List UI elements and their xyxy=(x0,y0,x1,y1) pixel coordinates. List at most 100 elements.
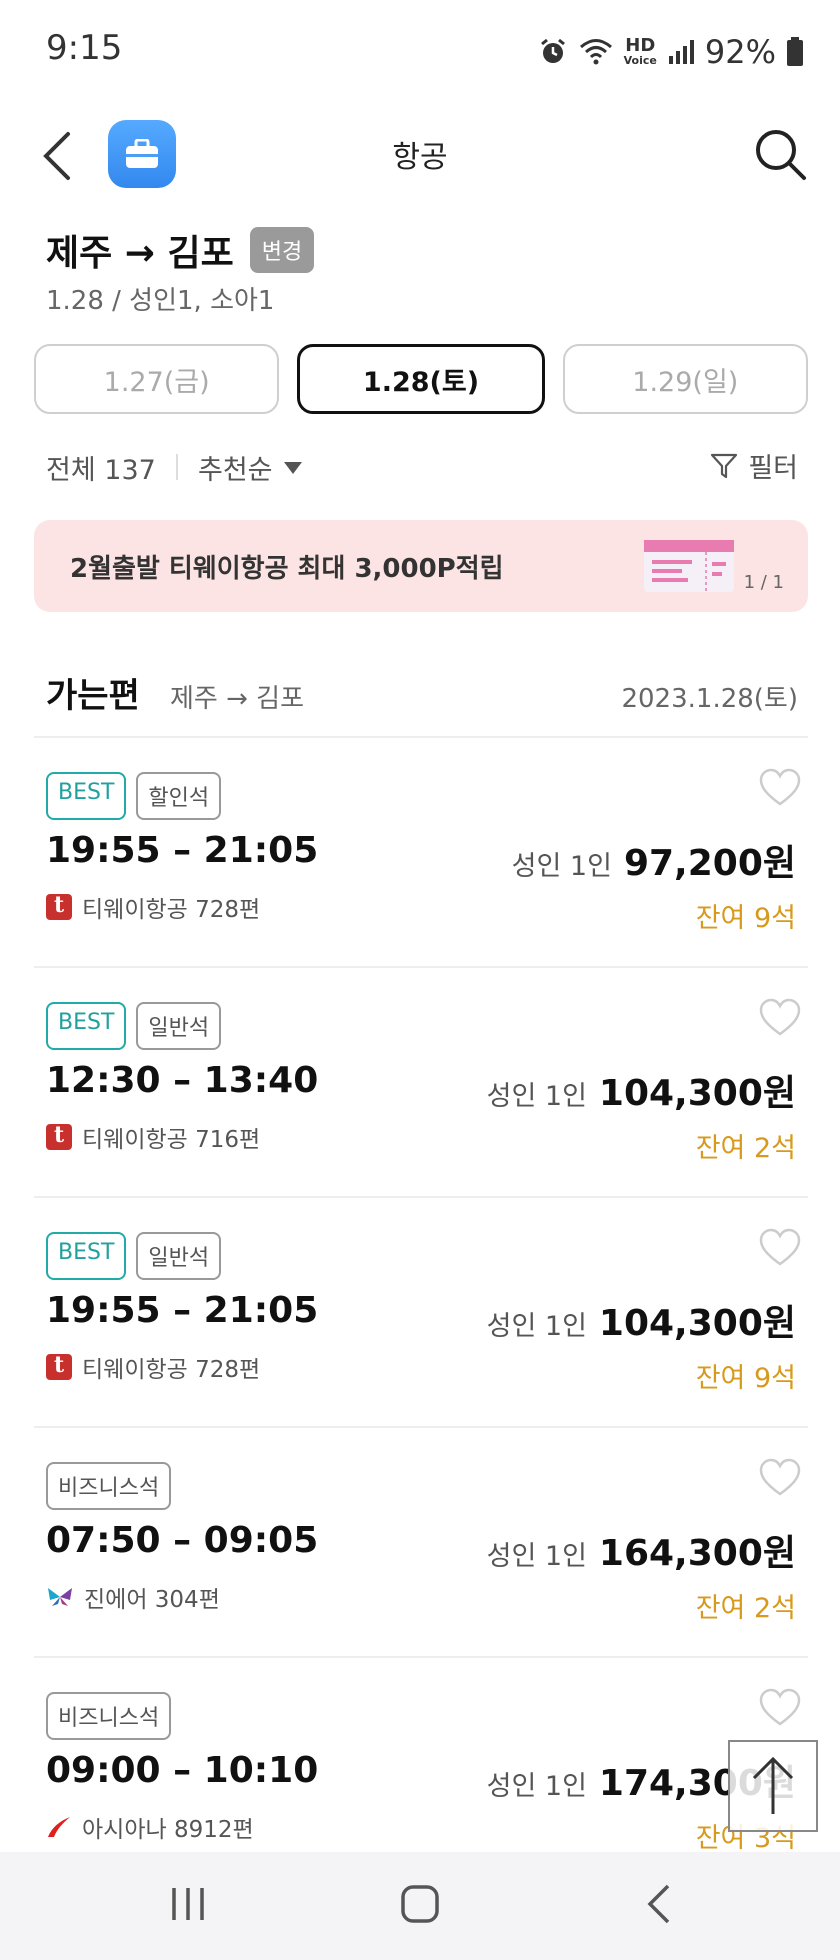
banner-text: 2월출발 티웨이항공 최대 3,000P적립 xyxy=(70,554,504,584)
route-subtitle: 1.28 / 성인1, 소아1 xyxy=(46,286,275,316)
price-label: 성인 1인 xyxy=(486,1771,587,1802)
heart-icon[interactable] xyxy=(758,998,802,1038)
date-tabs: 1.27(금) 1.28(토) 1.29(일) xyxy=(34,344,808,414)
date-tab-next[interactable]: 1.29(일) xyxy=(562,344,808,414)
price-label: 성인 1인 xyxy=(486,1081,587,1112)
filter-button[interactable]: 필터 xyxy=(710,446,798,485)
seat-class-tag: 일반석 xyxy=(136,1002,222,1050)
system-nav-bar xyxy=(0,1852,840,1960)
status-bar: 9:15 HD Voice 92% xyxy=(0,0,840,100)
seat-class-tag: 비즈니스석 xyxy=(46,1692,172,1740)
route-title: 제주 → 김포 xyxy=(46,233,234,274)
seats-left: 잔여 2석 xyxy=(695,1593,796,1624)
flight-times: 19:55 – 21:05 xyxy=(46,1290,319,1331)
hd-voice-icon: HD Voice xyxy=(623,35,657,67)
asiana-logo-icon xyxy=(48,1817,70,1837)
price-label: 성인 1인 xyxy=(486,1311,587,1342)
jinair-logo-icon xyxy=(48,1588,72,1606)
best-tag: BEST xyxy=(46,772,127,820)
ticket-icon xyxy=(644,540,734,592)
flight-item[interactable]: 비즈니스석 07:50 – 09:05 진에어 304편 성인 1인 164,3… xyxy=(34,1426,808,1656)
date-tab-selected[interactable]: 1.28(토) xyxy=(297,344,545,414)
price-row: 성인 1인 164,300원 xyxy=(487,1524,796,1576)
total-count: 전체 137 xyxy=(46,455,156,486)
battery-icon xyxy=(787,37,803,66)
sort-label: 추천순 xyxy=(198,455,273,486)
price-label: 성인 1인 xyxy=(486,1541,587,1572)
filter-icon xyxy=(711,453,738,478)
tag-group: 비즈니스석 xyxy=(46,1462,172,1510)
tag-group: BEST 할인석 xyxy=(46,772,222,820)
section-route: 제주 → 김포 xyxy=(170,684,304,714)
best-tag: BEST xyxy=(46,1232,127,1280)
price: 164,300원 xyxy=(598,1533,796,1574)
price: 104,300원 xyxy=(598,1073,796,1114)
scroll-top-button[interactable] xyxy=(728,1740,818,1832)
heart-icon[interactable] xyxy=(758,768,802,808)
wifi-icon xyxy=(579,39,612,65)
arrow-up-icon xyxy=(752,1756,794,1814)
seat-class-tag: 할인석 xyxy=(136,772,222,820)
banner-pagination: 1 / 1 xyxy=(743,572,784,593)
date-tab-prev[interactable]: 1.27(금) xyxy=(34,344,280,414)
flight-item[interactable]: BEST 일반석 19:55 – 21:05 티웨이항공 728편 성인 1인 … xyxy=(34,1196,808,1426)
heart-icon[interactable] xyxy=(758,1228,802,1268)
filter-label: 필터 xyxy=(748,453,798,484)
route-header: 제주 → 김포 변경 xyxy=(46,224,315,276)
section-header: 가는편 제주 → 김포 2023.1.28(토) xyxy=(46,668,798,718)
flight-times: 12:30 – 13:40 xyxy=(46,1060,319,1101)
seat-class-tag: 비즈니스석 xyxy=(46,1462,172,1510)
seats-left: 잔여 9석 xyxy=(695,1363,796,1394)
seat-class-tag: 일반석 xyxy=(136,1232,222,1280)
price-row: 성인 1인 97,200원 xyxy=(512,834,796,886)
tway-logo-icon xyxy=(46,892,72,920)
airline-flight: 티웨이항공 716편 xyxy=(82,1127,261,1153)
flight-times: 19:55 – 21:05 xyxy=(46,830,319,871)
price-row: 성인 1인 104,300원 xyxy=(487,1294,796,1346)
airline-info: 티웨이항공 728편 xyxy=(46,890,260,924)
seats-left: 잔여 9석 xyxy=(695,903,796,934)
divider xyxy=(176,454,178,480)
caret-down-icon xyxy=(283,461,302,474)
airline-flight: 진에어 304편 xyxy=(84,1587,220,1613)
airline-flight: 티웨이항공 728편 xyxy=(82,897,261,923)
heart-icon[interactable] xyxy=(758,1688,802,1728)
tway-logo-icon xyxy=(46,1122,72,1150)
price: 97,200원 xyxy=(623,843,796,884)
promo-banner[interactable]: 2월출발 티웨이항공 최대 3,000P적립 1 / 1 xyxy=(34,520,808,612)
heart-icon[interactable] xyxy=(758,1458,802,1498)
tag-group: BEST 일반석 xyxy=(46,1232,222,1280)
back-nav-icon[interactable] xyxy=(640,1882,680,1926)
status-icons: HD Voice 92% xyxy=(538,30,804,74)
tway-logo-icon xyxy=(46,1352,72,1380)
section-title: 가는편 xyxy=(46,676,140,716)
tag-group: 비즈니스석 xyxy=(46,1692,172,1740)
search-button[interactable] xyxy=(752,126,808,182)
price-row: 성인 1인 104,300원 xyxy=(487,1064,796,1116)
airline-flight: 아시아나 8912편 xyxy=(82,1817,254,1843)
flight-item[interactable]: BEST 일반석 12:30 – 13:40 티웨이항공 716편 성인 1인 … xyxy=(34,966,808,1196)
seats-left: 잔여 2석 xyxy=(695,1133,796,1164)
tag-group: BEST 일반석 xyxy=(46,1002,222,1050)
page-title: 항공 xyxy=(392,140,448,175)
home-icon[interactable] xyxy=(400,1882,440,1926)
flight-list: BEST 할인석 19:55 – 21:05 티웨이항공 728편 성인 1인 … xyxy=(34,736,808,1886)
airline-info: 진에어 304편 xyxy=(46,1580,220,1614)
battery-percent: 92% xyxy=(704,33,776,71)
airline-flight: 티웨이항공 728편 xyxy=(82,1357,261,1383)
app-header: 항공 xyxy=(0,110,840,200)
price: 104,300원 xyxy=(598,1303,796,1344)
recent-apps-icon[interactable] xyxy=(168,1882,208,1926)
signal-icon xyxy=(668,40,694,64)
best-tag: BEST xyxy=(46,1002,127,1050)
search-icon xyxy=(756,130,806,180)
flight-item[interactable]: BEST 할인석 19:55 – 21:05 티웨이항공 728편 성인 1인 … xyxy=(34,736,808,966)
airline-info: 티웨이항공 728편 xyxy=(46,1350,260,1384)
price-label: 성인 1인 xyxy=(511,851,612,882)
section-date: 2023.1.28(토) xyxy=(621,684,798,714)
airline-info: 티웨이항공 716편 xyxy=(46,1120,260,1154)
change-route-button[interactable]: 변경 xyxy=(249,227,315,273)
status-time: 9:15 xyxy=(46,28,123,68)
sort-dropdown[interactable]: 추천순 xyxy=(198,448,303,487)
flight-times: 07:50 – 09:05 xyxy=(46,1520,319,1561)
